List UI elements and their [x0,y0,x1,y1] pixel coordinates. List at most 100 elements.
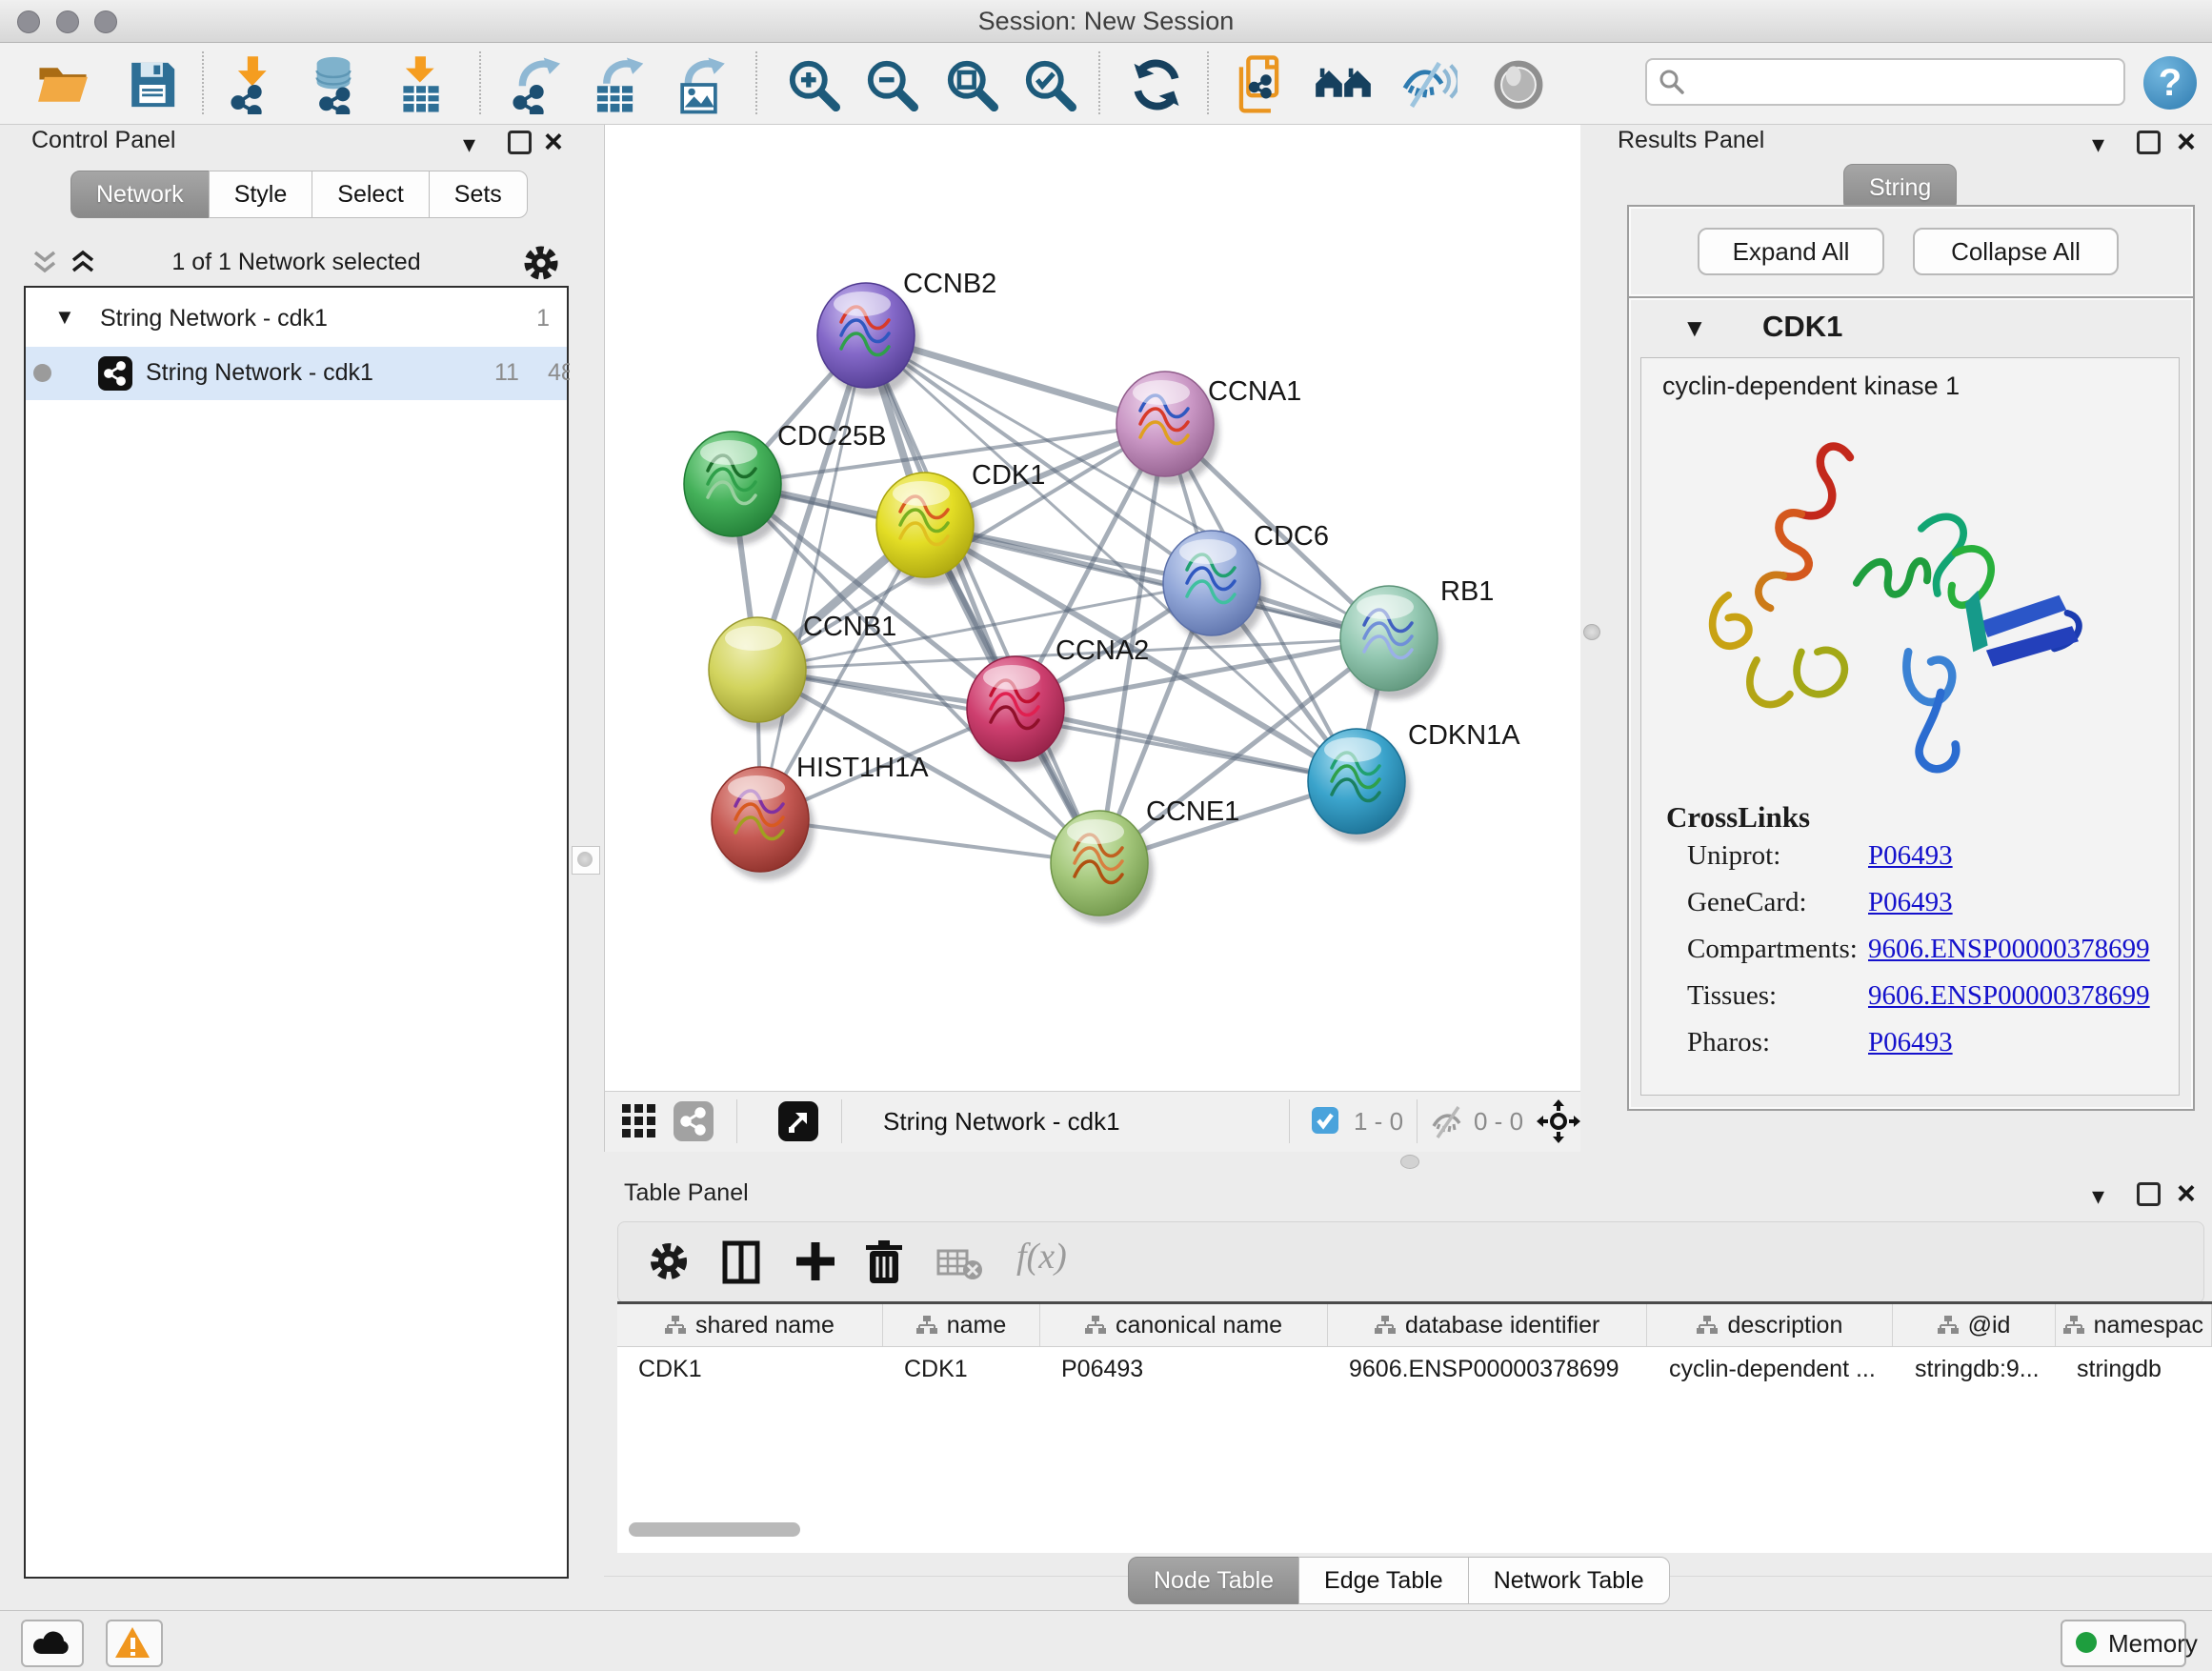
tab-node-table[interactable]: Node Table [1128,1557,1299,1604]
tab-network-table[interactable]: Network Table [1468,1557,1670,1604]
table-cell[interactable]: CDK1 [883,1347,1040,1391]
results-panel-close-icon[interactable]: × [2177,128,2196,156]
node-CCNE1[interactable]: CCNE1 [1051,796,1239,924]
table-cell[interactable]: P06493 [1040,1347,1328,1391]
node-label-CDC25B: CDC25B [777,421,886,452]
column-header-name[interactable]: name [883,1304,1040,1346]
right-splitter[interactable] [1579,125,1603,1151]
network-canvas[interactable]: CCNB2CCNA1CDC25BCDK1CDC6RB1CCNB1CCNA2CDK… [604,125,1580,1091]
left-splitter[interactable] [570,125,604,1151]
search-input[interactable] [1695,64,2108,98]
column-header-namespac[interactable]: namespac [2056,1304,2212,1346]
splitter-handle-icon[interactable] [577,852,593,867]
column-header-canonical-name[interactable]: canonical name [1040,1304,1328,1346]
table-cell[interactable]: CDK1 [617,1347,883,1391]
import-network-file-button[interactable] [225,55,282,114]
birdseye-view-icon[interactable] [778,1101,818,1141]
crosslink-link[interactable]: P06493 [1868,840,1953,872]
zoom-out-button[interactable] [863,55,920,114]
network-graph[interactable]: CCNB2CCNA1CDC25BCDK1CDC6RB1CCNB1CCNA2CDK… [605,125,1579,1091]
hide-selected-eye-icon[interactable] [1400,55,1458,114]
move-crosshair-icon[interactable] [1537,1099,1580,1143]
node-table[interactable]: shared namenamecanonical namedatabase id… [617,1301,2212,1553]
splitter-handle-icon[interactable] [1400,1155,1419,1169]
gear-icon[interactable] [521,243,561,283]
crosslink-link[interactable]: 9606.ENSP00000378699 [1868,934,2150,965]
tab-network[interactable]: Network [70,171,210,218]
clear-table-icon[interactable] [936,1247,986,1281]
function-builder-icon[interactable]: f(x) [1016,1236,1067,1278]
zoom-fit-button[interactable] [943,55,1000,114]
zoom-selected-button[interactable] [1021,55,1078,114]
column-header-description[interactable]: description [1647,1304,1893,1346]
add-column-icon[interactable] [794,1239,837,1283]
edge-CCNB2-CCNE1[interactable] [866,335,1099,863]
triangle-down-icon[interactable]: ▼ [54,305,75,330]
crosslink-link[interactable]: 9606.ENSP00000378699 [1868,980,2150,1012]
table-panel-close-icon[interactable]: × [2177,1179,2196,1208]
tab-style[interactable]: Style [209,171,313,218]
delete-column-icon[interactable] [864,1239,904,1285]
show-orb-icon[interactable] [1490,55,1547,114]
search-field[interactable] [1645,58,2125,106]
tab-sets[interactable]: Sets [429,171,528,218]
tab-select[interactable]: Select [312,171,429,218]
help-icon[interactable]: ? [2143,56,2197,110]
grid-view-icon[interactable] [620,1102,658,1140]
table-horizontal-scrollbar[interactable] [629,1522,800,1537]
show-columns-icon[interactable] [721,1239,763,1285]
node-CCNB1[interactable]: CCNB1 [709,612,896,731]
crosslink-link[interactable]: P06493 [1868,887,1953,918]
node-CDKN1A[interactable]: CDKN1A [1308,720,1520,842]
node-label-CCNB1: CCNB1 [803,612,896,642]
protein-name: CDK1 [1762,310,1842,344]
results-panel-float-icon[interactable] [2137,131,2161,154]
cloud-button[interactable] [21,1620,84,1667]
open-session-button[interactable] [34,55,91,114]
triangle-down-icon[interactable]: ▼ [1682,313,1707,343]
node-CDC6[interactable]: CDC6 [1163,521,1329,644]
horizontal-splitter[interactable] [604,1151,2212,1170]
collapse-all-button[interactable]: Collapse All [1913,228,2119,275]
column-header-database-identifier[interactable]: database identifier [1328,1304,1648,1346]
table-panel-float-icon[interactable] [2137,1182,2161,1206]
share-document-button[interactable] [1233,55,1290,114]
expand-all-button[interactable]: Expand All [1698,228,1884,275]
string-home-button[interactable] [1315,55,1372,114]
network-row-selected[interactable]: String Network - cdk1 11 48 [26,347,567,400]
crosslink-link[interactable]: P06493 [1868,1027,1953,1058]
warnings-button[interactable] [106,1620,163,1667]
table-row[interactable]: CDK1CDK1P064939606.ENSP00000378699cyclin… [617,1347,2212,1391]
table-gear-icon[interactable] [647,1239,691,1283]
splitter-handle-icon[interactable] [1583,624,1600,640]
node-RB1[interactable]: RB1 [1340,576,1494,699]
memory-button[interactable]: Memory [2061,1620,2186,1667]
table-cell[interactable]: stringdb [2056,1347,2212,1391]
refresh-view-button[interactable] [1128,55,1185,114]
table-panel-collapse-icon[interactable]: ▾ [2092,1183,2104,1208]
node-CDK1[interactable]: CDK1 [876,460,1045,586]
table-cell[interactable]: 9606.ENSP00000378699 [1328,1347,1648,1391]
network-collection-row[interactable]: ▼ String Network - cdk1 1 [26,293,567,345]
import-table-file-button[interactable] [392,55,450,114]
import-network-database-button[interactable] [305,55,362,114]
control-panel-collapse-icon[interactable]: ▾ [463,131,475,156]
zoom-in-button[interactable] [785,55,842,114]
export-image-button[interactable] [673,55,730,114]
selected-checkbox-icon[interactable] [1312,1107,1338,1134]
save-session-button[interactable] [124,55,181,114]
export-table-button[interactable] [589,55,646,114]
column-header-shared-name[interactable]: shared name [617,1304,883,1346]
hidden-eye-icon[interactable] [1430,1105,1468,1139]
tab-edge-table[interactable]: Edge Table [1298,1557,1469,1604]
control-panel-float-icon[interactable] [508,131,532,154]
table-cell[interactable]: cyclin-dependent ... [1648,1347,1894,1391]
table-cell[interactable]: stringdb:9... [1894,1347,2056,1391]
node-HIST1H1A[interactable]: HIST1H1A [712,753,929,880]
share-view-icon[interactable] [674,1101,714,1141]
results-panel-collapse-icon[interactable]: ▾ [2092,131,2104,156]
export-network-button[interactable] [507,55,564,114]
node-CCNB2[interactable]: CCNB2 [817,269,996,396]
column-header-@id[interactable]: @id [1893,1304,2055,1346]
control-panel-close-icon[interactable]: × [544,128,563,156]
